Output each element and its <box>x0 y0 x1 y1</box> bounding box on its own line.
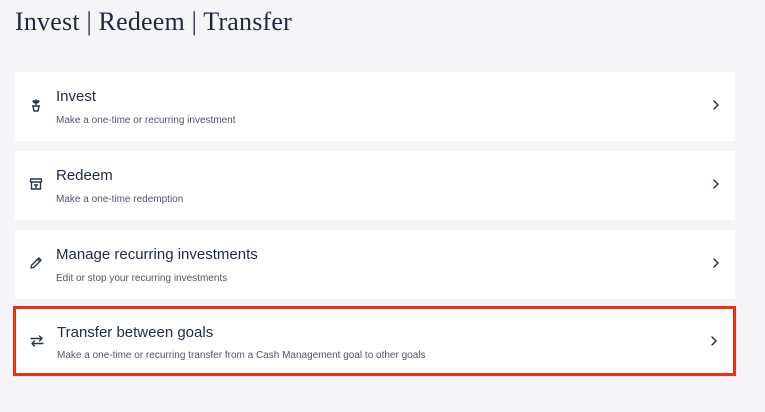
manage-recurring-title: Manage recurring investments <box>56 246 258 263</box>
redeem-title: Redeem <box>56 167 113 184</box>
chevron-right-icon <box>711 98 721 112</box>
chevron-right-icon <box>709 334 719 348</box>
transfer-title: Transfer between goals <box>57 324 214 341</box>
manage-recurring-subtitle: Edit or stop your recurring investments <box>56 273 228 284</box>
invest-subtitle: Make a one-time or recurring investment <box>56 115 236 126</box>
transfer-between-goals-option[interactable]: Transfer between goals Make a one-time o… <box>13 306 736 376</box>
plant-pot-icon <box>27 96 45 114</box>
redeem-option[interactable]: Redeem Make a one-time redemption <box>15 151 735 220</box>
manage-recurring-option[interactable]: Manage recurring investments Edit or sto… <box>15 230 735 299</box>
transfer-subtitle: Make a one-time or recurring transfer fr… <box>57 350 426 361</box>
swap-arrows-icon <box>28 332 46 350</box>
archive-box-icon <box>27 175 45 193</box>
pencil-icon <box>27 254 45 272</box>
invest-title: Invest <box>56 88 97 105</box>
invest-option[interactable]: Invest Make a one-time or recurring inve… <box>15 72 735 141</box>
page-title: Invest | Redeem | Transfer <box>15 7 293 36</box>
redeem-subtitle: Make a one-time redemption <box>56 194 184 205</box>
chevron-right-icon <box>711 177 721 191</box>
chevron-right-icon <box>711 256 721 270</box>
